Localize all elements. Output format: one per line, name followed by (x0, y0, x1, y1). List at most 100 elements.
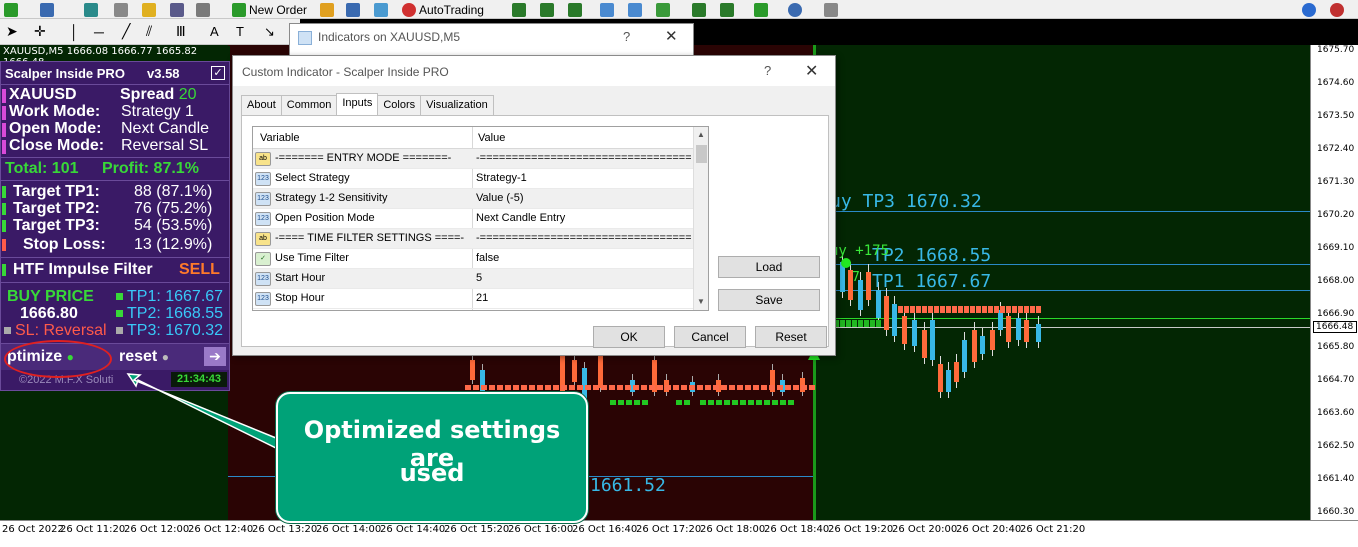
buy-signal-mark (618, 400, 624, 405)
ok-button[interactable]: OK (593, 326, 665, 348)
buy-signal-mark (788, 400, 794, 405)
candle (990, 330, 995, 350)
close-button[interactable]: ✕ (805, 61, 818, 81)
buy-signal-mark (764, 400, 770, 405)
sell-signal-mark (761, 385, 767, 390)
buy-signal-mark (732, 400, 738, 405)
sell-signal-mark (705, 385, 711, 390)
time-label: 26 Oct 18:00 (700, 524, 766, 535)
tp-zone-mark (1000, 306, 1005, 313)
candle (972, 330, 977, 362)
close-button[interactable]: ✕ (665, 27, 678, 45)
price-label: 1664.70 (1317, 375, 1355, 385)
tp-zone-mark (940, 306, 945, 313)
sl-level-label: 1661.52 (590, 475, 666, 496)
tp-zone-mark (928, 306, 933, 313)
buy-signal-mark (740, 400, 746, 405)
candle (954, 362, 959, 382)
time-label: 26 Oct 19:20 (828, 524, 894, 535)
sell-signal-mark (665, 385, 671, 390)
time-label: 26 Oct 20:40 (956, 524, 1022, 535)
price-label: 1663.60 (1317, 408, 1355, 418)
price-label: 1660.30 (1317, 507, 1355, 517)
tp-zone-mark (916, 306, 921, 313)
sell-signal-mark (713, 385, 719, 390)
callout-line-2: used (399, 459, 465, 487)
current-price-label: 1666.48 (1313, 321, 1357, 333)
sell-signal-mark (681, 385, 687, 390)
buy-zone-mark (840, 320, 845, 327)
price-label: 1670.20 (1317, 210, 1355, 220)
buy-signal-mark (676, 400, 682, 405)
buy-zone-mark (852, 320, 857, 327)
tp-hit-label: 7 (852, 270, 860, 285)
time-label: 26 Oct 21:20 (1020, 524, 1086, 535)
tp-zone-mark (976, 306, 981, 313)
help-button[interactable]: ? (764, 63, 771, 78)
tp-zone-mark (958, 306, 963, 313)
buy-signal-mark (708, 400, 714, 405)
sell-signal-mark (609, 385, 615, 390)
terminal-window: New Order AutoTrading ➤ ✛ │ ─ ╱ ⫽ Ⅲ A T … (0, 0, 1358, 547)
notifications-icon[interactable] (1330, 1, 1344, 18)
tp-zone-mark (934, 306, 939, 313)
price-label: 1669.10 (1317, 243, 1355, 253)
candle (930, 320, 935, 360)
sell-signal-mark (601, 385, 607, 390)
candle (946, 370, 951, 392)
grid-scrollbar[interactable]: ▲ ▼ (693, 127, 708, 310)
tp-zone-mark (1012, 306, 1017, 313)
scroll-thumb[interactable] (696, 145, 707, 163)
sell-signal-mark (641, 385, 647, 390)
candle (922, 330, 927, 358)
save-button[interactable]: Save (718, 289, 820, 311)
buy-signal-mark (642, 400, 648, 405)
buy-tag-label: uy +175 (830, 243, 890, 259)
price-label: 1671.30 (1317, 177, 1355, 187)
tp-zone-mark (982, 306, 987, 313)
time-label: 26 Oct 18:40 (764, 524, 830, 535)
scroll-up-icon[interactable]: ▲ (697, 130, 705, 139)
candle (1006, 316, 1011, 342)
buy-zone-mark (864, 320, 869, 327)
tp-zone-mark (910, 306, 915, 313)
tp-zone-mark (964, 306, 969, 313)
tp-zone-mark (1006, 306, 1011, 313)
price-axis[interactable]: 1675.70 1674.60 1673.50 1672.40 1671.30 … (1310, 45, 1358, 520)
buy-signal-mark (780, 400, 786, 405)
reset-button[interactable]: Reset (755, 326, 827, 348)
buy-signal-mark (716, 400, 722, 405)
sell-signal-mark (697, 385, 703, 390)
sell-signal-mark (625, 385, 631, 390)
buy-signal-mark (748, 400, 754, 405)
candle (1024, 320, 1029, 342)
sell-signal-mark (801, 385, 807, 390)
cancel-button[interactable]: Cancel (674, 326, 746, 348)
sell-signal-mark (617, 385, 623, 390)
scroll-down-icon[interactable]: ▼ (697, 297, 705, 306)
candle (884, 296, 889, 330)
sell-signal-mark (721, 385, 727, 390)
candle (962, 340, 967, 372)
buy-signal-mark (610, 400, 616, 405)
tp-zone-mark (970, 306, 975, 313)
tp-zone-mark (1018, 306, 1023, 313)
sell-signal-mark (649, 385, 655, 390)
tp-zone-mark (904, 306, 909, 313)
candle (1016, 318, 1021, 340)
tp-zone-mark (952, 306, 957, 313)
buy-zone-mark (876, 320, 881, 327)
sell-signal-mark (673, 385, 679, 390)
candle (876, 290, 881, 318)
candle (892, 304, 897, 336)
sell-signal-mark (809, 385, 815, 390)
help-button[interactable]: ? (623, 29, 630, 44)
tp1-level-label: TP1 1667.67 (872, 271, 992, 292)
price-label: 1674.60 (1317, 78, 1355, 88)
buy-signal-mark (700, 400, 706, 405)
load-button[interactable]: Load (718, 256, 820, 278)
sell-signal-mark (633, 385, 639, 390)
buy-zone-mark (858, 320, 863, 327)
buy-zone-mark (846, 320, 851, 327)
price-label: 1661.40 (1317, 474, 1355, 484)
